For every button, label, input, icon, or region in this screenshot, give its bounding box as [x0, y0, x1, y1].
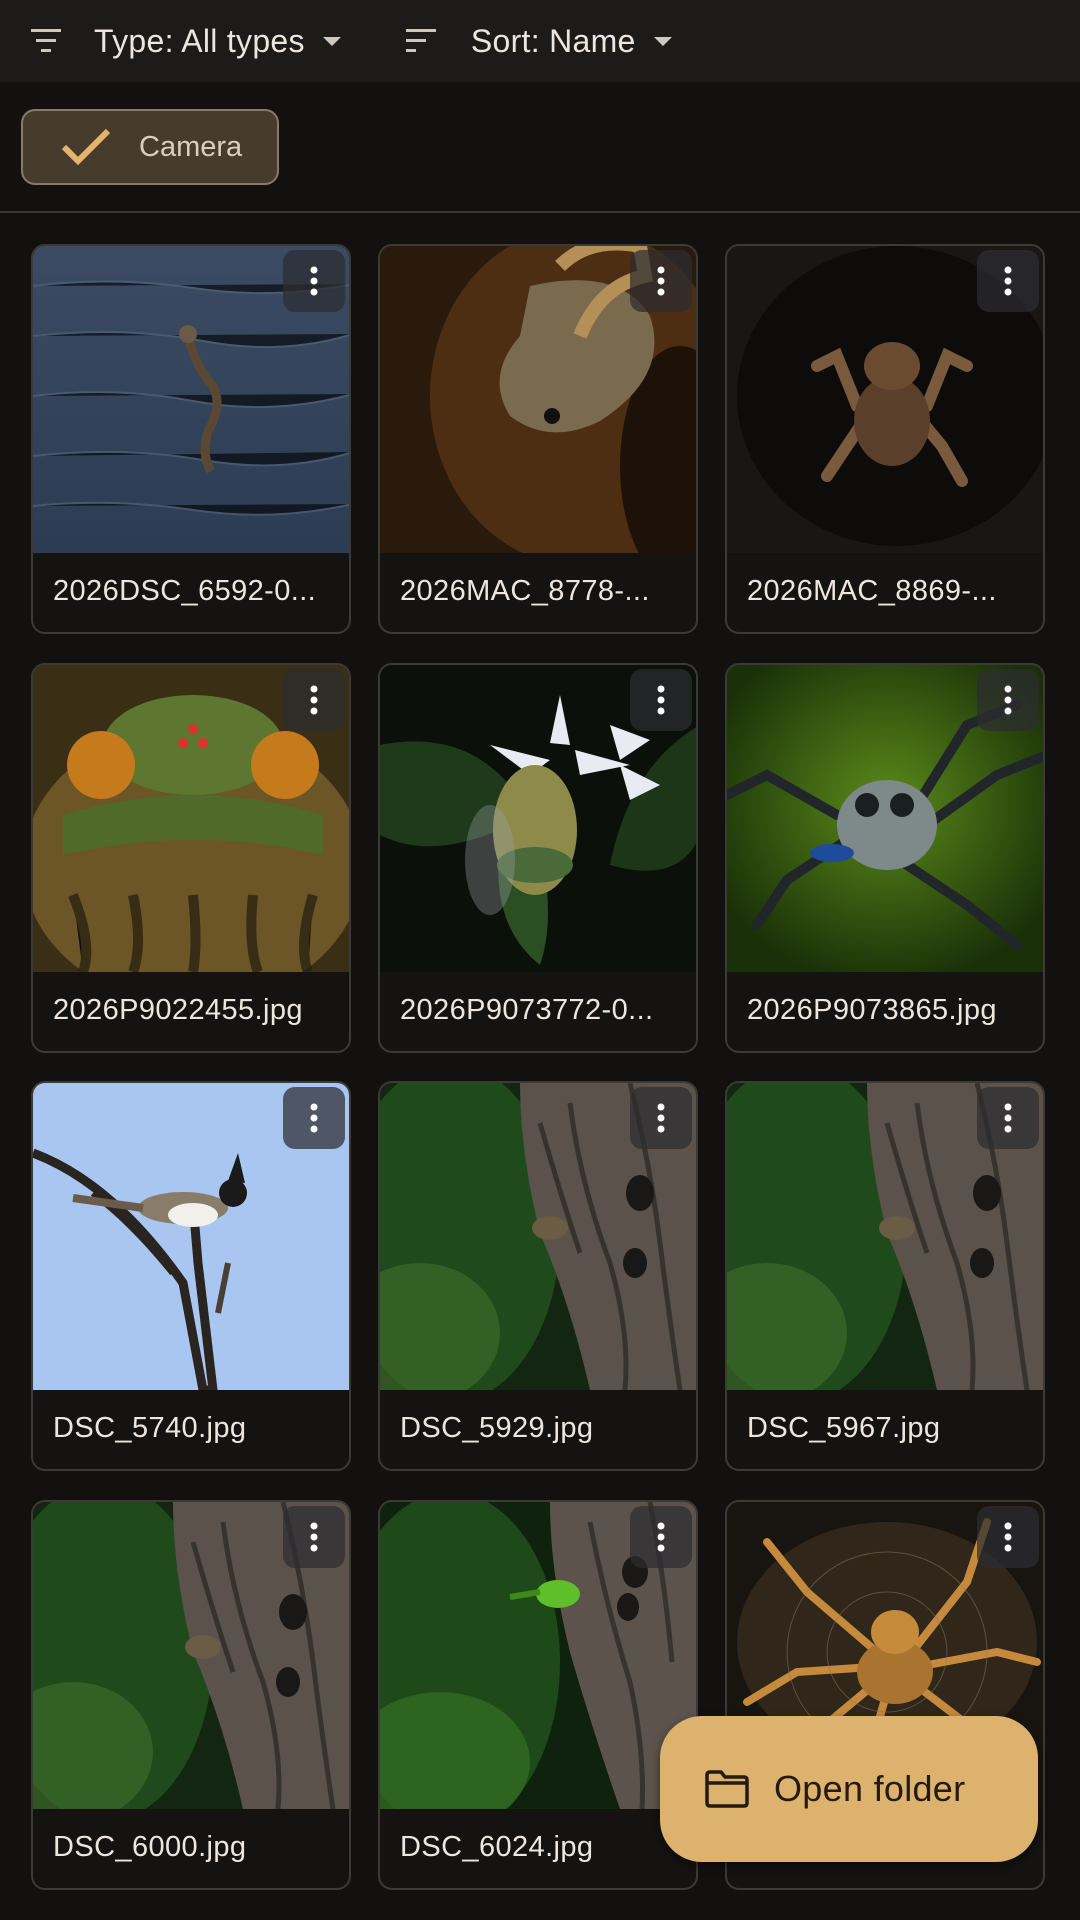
more-vert-icon[interactable] — [977, 669, 1039, 731]
file-card[interactable]: 2026P9022455.jpg — [31, 663, 351, 1053]
file-card[interactable]: 2026MAC_8778-... — [378, 244, 698, 634]
chevron-down-icon — [322, 36, 341, 46]
filter-list-icon — [30, 23, 66, 59]
more-vert-icon[interactable] — [630, 1087, 692, 1149]
sort-dropdown[interactable]: Sort: Name — [405, 0, 672, 82]
folder-icon — [704, 1769, 750, 1809]
file-name: DSC_6024.jpg — [400, 1831, 594, 1863]
file-card[interactable]: DSC_6024.jpg — [378, 1500, 698, 1890]
type-filter-label: Type: All types — [94, 22, 305, 59]
more-vert-icon[interactable] — [977, 1087, 1039, 1149]
chip-label: Camera — [139, 130, 243, 163]
more-vert-icon[interactable] — [977, 1506, 1039, 1568]
more-vert-icon[interactable] — [630, 1506, 692, 1568]
file-card[interactable]: DSC_6000.jpg — [31, 1500, 351, 1890]
chip-camera[interactable]: Camera — [21, 109, 279, 185]
file-card[interactable]: DSC_5929.jpg — [378, 1081, 698, 1471]
file-card[interactable]: 2026P9073772-0... — [378, 663, 698, 1053]
open-folder-label: Open folder — [774, 1768, 966, 1809]
filter-chips-row: Camera — [0, 82, 1080, 212]
file-card[interactable]: DSC_5740.jpg — [31, 1081, 351, 1471]
more-vert-icon[interactable] — [630, 669, 692, 731]
type-filter-dropdown[interactable]: Type: All types — [30, 0, 341, 82]
more-vert-icon[interactable] — [630, 250, 692, 312]
file-card[interactable]: 2026DSC_6592-0... — [31, 244, 351, 634]
file-name: 2026P9073772-0... — [400, 994, 654, 1026]
file-name: DSC_5967.jpg — [747, 1412, 941, 1444]
file-name: 2026P9022455.jpg — [53, 994, 303, 1026]
more-vert-icon[interactable] — [977, 250, 1039, 312]
file-name: 2026P9073865.jpg — [747, 994, 997, 1026]
open-folder-button[interactable]: Open folder — [660, 1716, 1038, 1862]
file-card[interactable]: 2026P9073865.jpg — [725, 663, 1045, 1053]
file-name: 2026MAC_8778-... — [400, 575, 650, 607]
more-vert-icon[interactable] — [283, 669, 345, 731]
sort-icon — [405, 23, 441, 59]
file-name: DSC_5929.jpg — [400, 1412, 594, 1444]
top-toolbar: Type: All types Sort: Name — [0, 0, 1080, 82]
sort-label: Sort: Name — [470, 22, 636, 59]
more-vert-icon[interactable] — [283, 250, 345, 312]
chevron-down-icon — [653, 36, 672, 46]
file-name: DSC_5740.jpg — [53, 1412, 247, 1444]
more-vert-icon[interactable] — [283, 1506, 345, 1568]
file-name: 2026DSC_6592-0... — [53, 575, 317, 607]
file-card[interactable]: 2026MAC_8869-... — [725, 244, 1045, 634]
file-name: 2026MAC_8869-... — [747, 575, 997, 607]
more-vert-icon[interactable] — [283, 1087, 345, 1149]
file-card[interactable]: DSC_5967.jpg — [725, 1081, 1045, 1471]
file-name: DSC_6000.jpg — [53, 1831, 247, 1863]
divider — [0, 211, 1080, 213]
check-icon — [61, 127, 111, 167]
